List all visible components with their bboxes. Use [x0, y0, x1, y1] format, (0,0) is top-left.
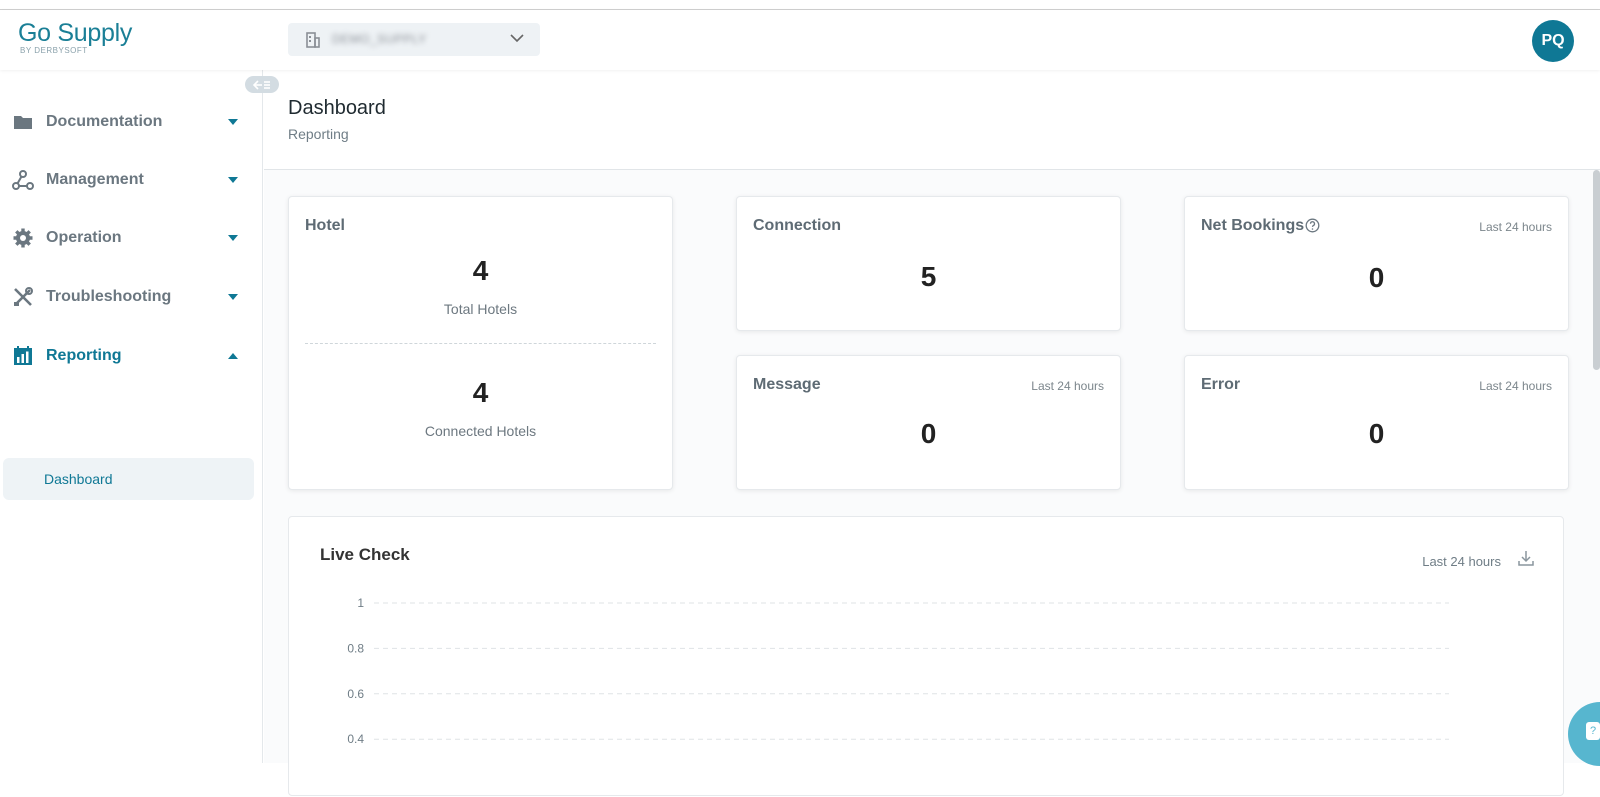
hotel-card-title: Hotel: [305, 217, 345, 234]
sidebar-subitem-dashboard[interactable]: Dashboard: [3, 458, 254, 500]
message-value: 0: [920, 418, 937, 449]
caret-up-icon: [228, 353, 238, 359]
caret-down-icon: [228, 177, 238, 183]
tools-icon: [14, 287, 33, 306]
folder-icon: [14, 116, 32, 129]
sidebar-collapse-button[interactable]: [245, 76, 279, 93]
sidebar-item-label: Reporting: [46, 347, 122, 364]
sidebar: Documentation Management Operation Troub…: [0, 70, 263, 763]
chart-y-tick-label: 0.8: [347, 641, 364, 655]
user-avatar[interactable]: PQ: [1532, 20, 1574, 62]
connected-hotels-value: 4: [472, 377, 489, 408]
top-header: Go Supply BY DERBYSOFT DEMO_SUPPLY PQ: [0, 10, 1600, 70]
main-content: Dashboard Reporting Hotel 4 Total Hotels…: [264, 70, 1600, 796]
connection-card: Connection 5: [736, 196, 1121, 331]
message-card: Message Last 24 hours 0: [736, 355, 1121, 490]
live-check-title: Live Check: [320, 545, 410, 564]
chart-y-tick-label: 1: [357, 596, 364, 610]
chart-y-tick-label: 0.4: [347, 732, 364, 746]
go-supply-logo[interactable]: Go Supply BY DERBYSOFT: [18, 20, 132, 56]
error-card-title: Error: [1201, 376, 1241, 393]
error-value: 0: [1368, 418, 1385, 449]
help-icon: ?: [1586, 722, 1600, 740]
live-check-card: Live Check Last 24 hours 1 0.8 0.6 0.4: [288, 516, 1564, 796]
network-icon: [12, 170, 34, 190]
total-hotels-value: 4: [472, 255, 489, 286]
vertical-scrollbar[interactable]: [1593, 170, 1600, 370]
browser-top-edge: [0, 0, 1600, 10]
sidebar-item-label: Operation: [46, 229, 122, 246]
page-breadcrumb: Reporting: [288, 126, 349, 142]
net-bookings-period: Last 24 hours: [1479, 220, 1552, 234]
building-icon: [306, 32, 320, 48]
sidebar-item-management[interactable]: Management: [0, 158, 263, 202]
live-check-period: Last 24 hours: [1422, 554, 1501, 569]
error-period: Last 24 hours: [1479, 379, 1552, 393]
sidebar-item-label: Documentation: [46, 113, 163, 130]
net-bookings-card-title: Net Bookings: [1201, 217, 1305, 234]
caret-down-icon: [228, 294, 238, 300]
chevron-down-icon: [510, 34, 524, 43]
logo-main-text: Go Supply: [18, 19, 133, 47]
organization-selector[interactable]: DEMO_SUPPLY: [288, 23, 540, 56]
net-bookings-card: Net Bookings Last 24 hours 0: [1184, 196, 1569, 331]
hotel-card: Hotel 4 Total Hotels 4 Connected Hotels: [288, 196, 673, 490]
sidebar-item-label: Troubleshooting: [46, 288, 172, 305]
caret-down-icon: [228, 119, 238, 125]
page-header: Dashboard Reporting: [264, 70, 1600, 170]
connection-value: 5: [920, 261, 937, 292]
message-period: Last 24 hours: [1031, 379, 1104, 393]
message-card-title: Message: [753, 376, 821, 393]
sidebar-subitem-label: Dashboard: [44, 471, 113, 487]
total-hotels-label: Total Hotels: [443, 301, 518, 317]
connection-card-title: Connection: [753, 217, 841, 234]
error-card: Error Last 24 hours 0: [1184, 355, 1569, 490]
caret-down-icon: [228, 235, 238, 241]
sidebar-item-reporting[interactable]: Reporting: [0, 334, 263, 378]
collapse-menu-icon: [253, 79, 270, 90]
sidebar-item-troubleshooting[interactable]: Troubleshooting: [0, 275, 263, 319]
sidebar-item-label: Management: [46, 171, 144, 188]
net-bookings-value: 0: [1368, 262, 1385, 293]
live-check-chart: 1 0.8 0.6 0.4: [347, 596, 1449, 746]
sidebar-item-documentation[interactable]: Documentation: [0, 100, 263, 144]
sidebar-item-operation[interactable]: Operation: [0, 216, 263, 260]
bar-chart-calendar-icon: [14, 346, 32, 365]
organization-value: DEMO_SUPPLY: [332, 32, 427, 46]
chart-y-tick-label: 0.6: [347, 687, 364, 701]
logo-sub-text: BY DERBYSOFT: [20, 46, 88, 55]
download-icon[interactable]: [1518, 550, 1534, 566]
help-circle-icon[interactable]: [1305, 218, 1320, 233]
gear-icon: [13, 228, 33, 248]
page-title: Dashboard: [288, 97, 386, 119]
card-divider: [305, 343, 656, 344]
connected-hotels-label: Connected Hotels: [424, 423, 537, 439]
